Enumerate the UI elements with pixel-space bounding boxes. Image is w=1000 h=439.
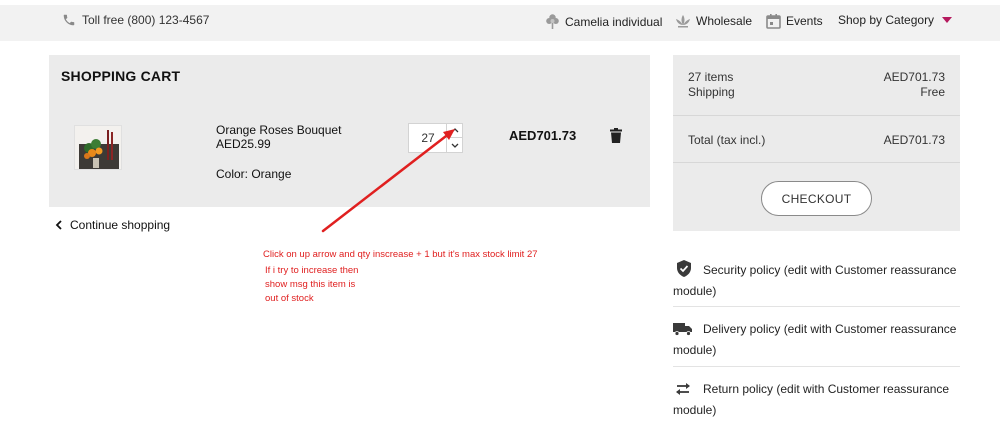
nav-label: Camelia individual <box>565 14 663 29</box>
phone-contact[interactable]: Toll free (800) 123-4567 <box>62 13 209 27</box>
quantity-increase-button[interactable] <box>447 124 462 138</box>
chevron-up-icon <box>451 128 458 133</box>
remove-item-button[interactable] <box>610 128 622 148</box>
summary-items-value: AED701.73 <box>883 70 945 84</box>
truck-icon <box>673 322 695 341</box>
shield-icon <box>673 260 695 282</box>
phone-text: Toll free (800) 123-4567 <box>82 13 210 27</box>
phone-icon <box>63 14 75 26</box>
summary-divider <box>673 115 960 116</box>
product-thumbnail[interactable] <box>74 125 122 170</box>
summary-total-row: Total (tax incl.) AED701.73 <box>688 133 945 147</box>
continue-shopping-link[interactable]: Continue shopping <box>55 218 170 232</box>
summary-items-row: 27 items AED701.73 <box>688 70 945 84</box>
product-unit-price: AED25.99 <box>216 137 271 151</box>
reassurance-text: Delivery policy (edit with Customer reas… <box>673 322 957 357</box>
product-attribute: Color: Orange <box>216 167 292 181</box>
summary-divider <box>673 162 960 163</box>
checkout-button[interactable]: CHECKOUT <box>761 181 872 216</box>
reassurance-divider <box>673 366 960 367</box>
annotation-text-line: Click on up arrow and qty inscrease + 1 … <box>263 249 538 260</box>
quantity-stepper[interactable] <box>408 123 463 153</box>
caret-down-icon <box>942 17 953 23</box>
annotation-text-line: If i try to increase then <box>265 265 359 276</box>
nav-wholesale[interactable]: Wholesale <box>675 13 752 29</box>
reassurance-text: Security policy (edit with Customer reas… <box>673 263 957 298</box>
chevron-down-icon <box>451 143 458 148</box>
reassurance-delivery: Delivery policy (edit with Customer reas… <box>673 320 960 359</box>
reassurance-security: Security policy (edit with Customer reas… <box>673 260 960 300</box>
nav-label: Events <box>786 14 823 28</box>
lotus-icon <box>676 15 690 28</box>
nav-events[interactable]: Events <box>766 13 823 29</box>
reassurance-divider <box>673 306 960 307</box>
swap-arrows-icon <box>673 382 695 401</box>
quantity-input[interactable] <box>409 124 447 152</box>
nav-label: Shop by Category <box>838 13 935 27</box>
calendar-icon <box>766 14 781 29</box>
summary-items-label: 27 items <box>688 70 734 84</box>
annotation-text-line: show msg this item is <box>265 279 356 290</box>
summary-total-value: AED701.73 <box>883 133 945 147</box>
summary-shipping-label: Shipping <box>688 85 735 99</box>
nav-shop-by-category[interactable]: Shop by Category <box>838 13 953 27</box>
shopping-cart-panel: SHOPPING CART Orange Roses Bouquet AED25… <box>49 55 650 207</box>
summary-shipping-value: Free <box>920 85 945 99</box>
chevron-left-icon <box>55 220 62 230</box>
reassurance-text: Return policy (edit with Customer reassu… <box>673 382 950 417</box>
cart-title: SHOPPING CART <box>61 68 181 84</box>
cart-summary-panel: 27 items AED701.73 Shipping Free Total (… <box>673 55 960 231</box>
summary-shipping-row: Shipping Free <box>688 85 945 99</box>
quantity-arrows <box>446 124 462 152</box>
continue-shopping-label: Continue shopping <box>70 218 171 232</box>
reassurance-return: Return policy (edit with Customer reassu… <box>673 380 960 419</box>
flower-icon <box>546 14 559 29</box>
nav-label: Wholesale <box>696 14 753 28</box>
annotation-text-line: out of stock <box>265 293 314 304</box>
summary-total-label: Total (tax incl.) <box>688 133 766 147</box>
nav-camelia-individual[interactable]: Camelia individual <box>545 13 662 30</box>
quantity-decrease-button[interactable] <box>447 138 462 152</box>
line-total: AED701.73 <box>509 128 577 143</box>
top-bar: Toll free (800) 123-4567 Camelia individ… <box>0 0 1000 41</box>
trash-icon <box>610 128 622 143</box>
product-name[interactable]: Orange Roses Bouquet <box>216 123 341 137</box>
